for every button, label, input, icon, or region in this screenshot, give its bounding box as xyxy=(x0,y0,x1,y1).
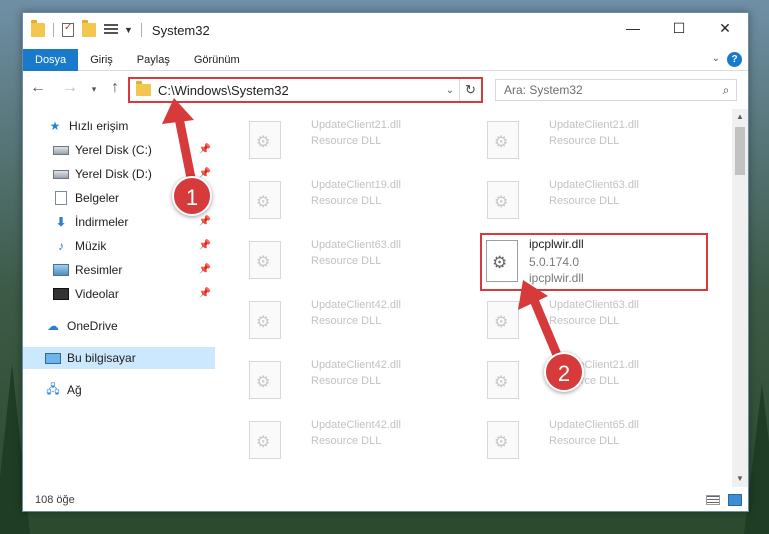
step-2-badge: 2 xyxy=(544,352,584,392)
annotation-arrows xyxy=(162,98,565,367)
arrow-to-selected-file xyxy=(518,280,565,367)
arrow-to-address-bar xyxy=(162,98,198,193)
step-1-badge: 1 xyxy=(172,176,212,216)
